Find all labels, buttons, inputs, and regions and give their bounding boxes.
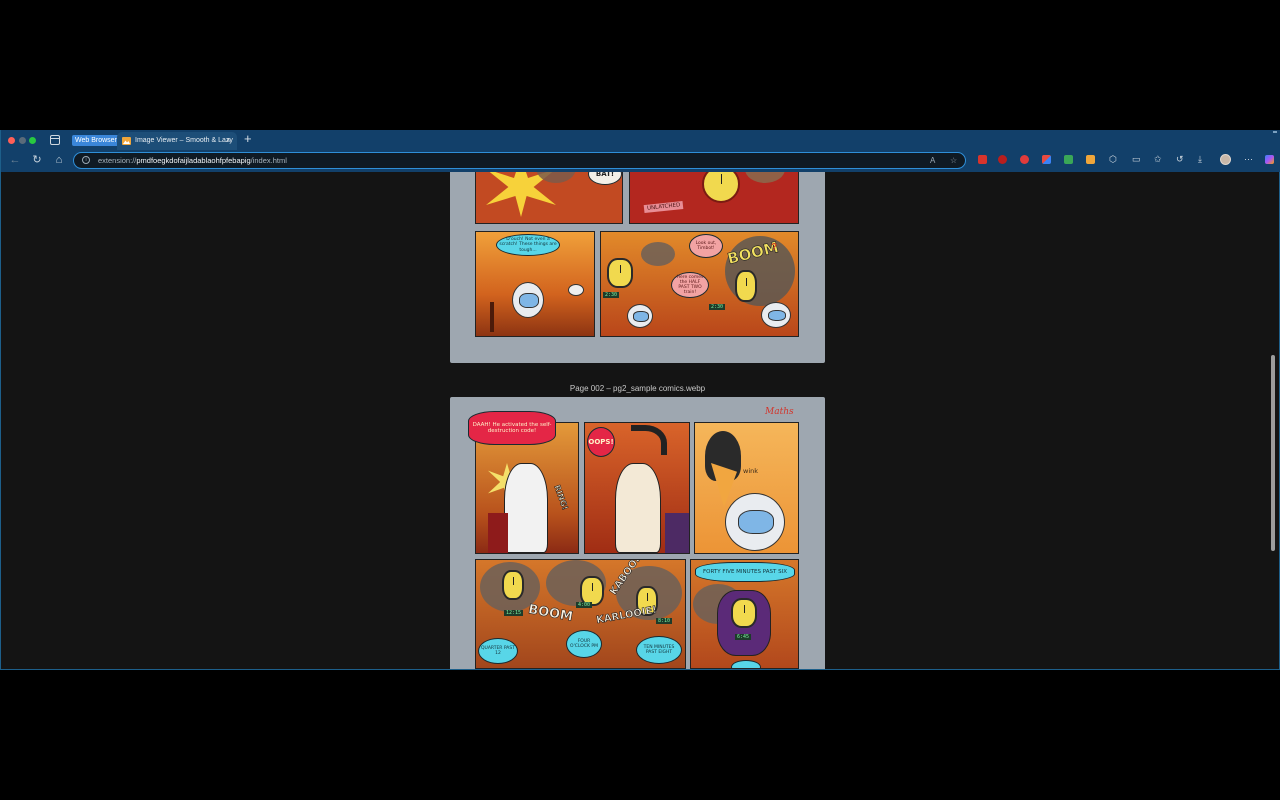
profile-label[interactable]: Web Browser: [72, 135, 120, 146]
extensions-puzzle-icon[interactable]: ⬡: [1109, 154, 1117, 165]
image-viewer-content[interactable]: BAT! UNLATCHED D'ouch! Not even a scratc…: [1, 172, 1279, 669]
speech-bubble: TEN MINUTES PAST EIGHT: [636, 636, 682, 664]
read-aloud-icon[interactable]: A: [930, 156, 935, 165]
downloads-icon[interactable]: ⤓: [1198, 154, 1202, 165]
browser-window: Web Browser Image Viewer – Smooth & Lazy…: [0, 130, 1280, 670]
vertical-scrollbar[interactable]: [1271, 355, 1275, 551]
time-readout: 8:10: [656, 618, 673, 624]
robot-character: [761, 302, 791, 328]
comic-page-001: BAT! UNLATCHED D'ouch! Not even a scratc…: [450, 172, 825, 363]
time-readout: 12:15: [504, 610, 524, 616]
sfx-bubble: OOPS!: [587, 427, 615, 457]
address-bar[interactable]: i extension://pmdfoegkdofaijladablaohfpf…: [73, 152, 966, 169]
sfx-wink: wink: [743, 467, 759, 475]
new-tab-button[interactable]: +: [244, 131, 252, 146]
comic-panel: OOPS!: [584, 422, 690, 554]
back-button[interactable]: ←: [8, 153, 22, 167]
window-close-button[interactable]: [8, 137, 15, 144]
tab-close-icon[interactable]: ×: [226, 135, 231, 145]
extension-multicolor-icon[interactable]: [1042, 155, 1051, 164]
sfx-bubble: BAT!: [588, 172, 622, 185]
time-readout: 2:30: [603, 292, 620, 298]
tab-title: Image Viewer – Smooth & Lazy: [135, 137, 233, 144]
sfx-ring: RING!: [552, 483, 570, 512]
comic-page-002: Maths RING! DAAH! He activated the self-…: [450, 397, 825, 669]
url-host: pmdfoegkdofaijladablaohfpfebapig: [136, 156, 251, 165]
time-readout: 2:30: [709, 304, 726, 310]
clock-character: [731, 598, 757, 628]
speech-bubble: DAAH! He activated the self-destruction …: [468, 411, 556, 445]
question-mark: ?: [771, 242, 778, 253]
extension-image-viewer-icon[interactable]: [1086, 155, 1095, 164]
extension-red-icon[interactable]: [978, 155, 987, 164]
extension-ublock-icon[interactable]: [998, 155, 1007, 164]
navigation-toolbar: ← ↻ ⌂ i extension://pmdfoegkdofaijladabl…: [1, 150, 1280, 172]
robot-character: [627, 304, 653, 328]
window-maximize-button[interactable]: [29, 137, 36, 144]
page-title-maths: Maths: [765, 407, 794, 417]
robot-character: [725, 493, 785, 551]
clock-character: [702, 172, 740, 203]
url-scheme: extension://: [98, 156, 137, 165]
extension-green-icon[interactable]: [1064, 155, 1073, 164]
site-info-icon[interactable]: i: [82, 156, 90, 164]
speech-bubble: FORTY FIVE MINUTES PAST SIX: [695, 562, 795, 582]
favorites-icon[interactable]: ✩: [1154, 154, 1162, 165]
sfx-boom: BOOM: [527, 602, 574, 625]
extension-record-icon[interactable]: [1020, 155, 1029, 164]
speech-bubble: Look out, Timbot!: [689, 234, 723, 258]
comic-panel: KABOOM BOOM KARLOOIE! 12:15 4:00 8:10 QU…: [475, 559, 686, 669]
comic-panel: Look out, Timbot! Here comes the HALF PA…: [600, 231, 799, 337]
penguin-character: [615, 463, 661, 553]
penguin-character: [504, 463, 548, 553]
time-readout: 4:00: [576, 602, 593, 608]
image-viewer-favicon-icon: [122, 137, 131, 145]
reload-button[interactable]: ↻: [30, 153, 44, 167]
comic-panel: BAT!: [475, 172, 623, 224]
comic-panel: FORTY FIVE MINUTES PAST SIX 6:45: [690, 559, 799, 669]
home-button[interactable]: ⌂: [52, 153, 66, 167]
clock-character: [502, 570, 524, 600]
clock-character: [735, 270, 757, 302]
speech-bubble: QUARTER PAST 12: [478, 638, 518, 664]
window-edge-indicator: [1273, 131, 1277, 133]
clock-character: [607, 258, 633, 288]
tab-image-viewer[interactable]: Image Viewer – Smooth & Lazy ×: [117, 132, 237, 150]
profile-avatar[interactable]: [1220, 154, 1231, 165]
split-screen-icon[interactable]: ▭: [1132, 154, 1141, 165]
favorite-star-icon[interactable]: ☆: [950, 156, 957, 165]
copilot-icon[interactable]: [1265, 155, 1274, 164]
url-path: /index.html: [250, 156, 287, 165]
tab-bar: Web Browser Image Viewer – Smooth & Lazy…: [1, 130, 1280, 150]
unlatched-label: UNLATCHED: [643, 200, 684, 214]
comic-panel: wink: [694, 422, 799, 554]
history-icon[interactable]: ↺: [1176, 154, 1184, 165]
time-readout: 6:45: [735, 634, 752, 640]
window-minimize-button[interactable]: [19, 137, 26, 144]
more-icon[interactable]: ⋯: [1244, 154, 1253, 165]
comic-panel: UNLATCHED: [629, 172, 799, 224]
comic-panel: D'ouch! Not even a scratch! These things…: [475, 231, 595, 337]
speech-bubble: Here comes the HALF PAST TWO train!: [671, 272, 709, 298]
robot-character: [512, 282, 544, 318]
tab-actions-icon[interactable]: [50, 135, 60, 145]
speech-bubble: D'ouch! Not even a scratch! These things…: [496, 234, 560, 256]
speech-bubble-partial: [731, 660, 761, 668]
speech-bubble: FOUR O'CLOCK PM: [566, 630, 602, 658]
page-caption: Page 002 – pg2_sample comics.webp: [569, 384, 706, 393]
robot-fist: [568, 284, 584, 296]
address-url[interactable]: extension://pmdfoegkdofaijladablaohfpfeb…: [98, 156, 287, 165]
